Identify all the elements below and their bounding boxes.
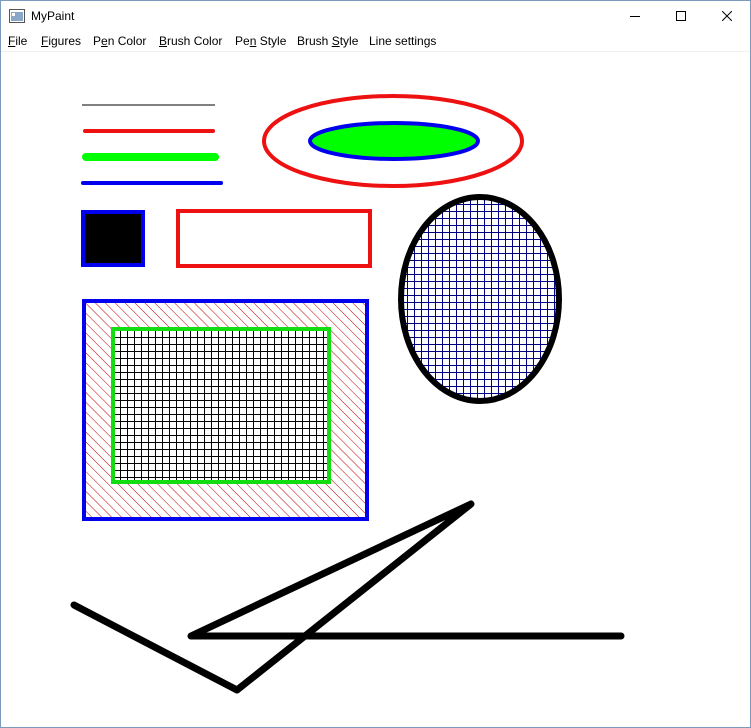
menu-pen-style-label: Style — [256, 34, 287, 48]
menu-brush-color[interactable]: Brush Color — [159, 33, 222, 49]
menu-figures[interactable]: Figures — [41, 33, 81, 49]
menu-pen-color-mnemonic: e — [101, 34, 108, 48]
menu-figures-label: igures — [48, 34, 82, 48]
menu-bar: File Figures Pen Color Brush Color Pen S… — [1, 31, 750, 52]
menu-pen-color-label: n Color — [107, 34, 147, 48]
minimize-icon — [630, 16, 640, 17]
menu-pen-color[interactable]: Pen Color — [93, 33, 146, 49]
menu-brush-style-prefix: Brush — [297, 34, 332, 48]
close-button[interactable] — [704, 1, 750, 31]
menu-brush-style-label: tyle — [339, 34, 359, 48]
red-rectangle — [176, 209, 372, 268]
menu-pen-style-prefix: Pe — [235, 34, 250, 48]
title-bar[interactable]: MyPaint — [1, 1, 750, 31]
menu-line-settings[interactable]: Line settings — [369, 33, 436, 49]
drawing-canvas[interactable] — [1, 52, 750, 727]
app-window: MyPaint File Figures Pen Color Brush Col… — [0, 0, 751, 728]
grid-ellipse — [398, 194, 562, 404]
zigzag-polyline — [70, 500, 625, 694]
menu-pen-style[interactable]: Pen Style — [235, 33, 286, 49]
paint-app-icon — [9, 9, 25, 23]
menu-file[interactable]: File — [8, 33, 27, 49]
menu-file-label: ile — [15, 34, 28, 48]
maximize-button[interactable] — [658, 1, 704, 31]
maximize-icon — [676, 11, 686, 21]
menu-brush-style[interactable]: Brush Style — [297, 33, 358, 49]
menu-brush-color-label: rush Color — [167, 34, 223, 48]
green-filled-ellipse — [308, 121, 480, 161]
menu-brush-style-mnemonic: S — [331, 34, 340, 48]
minimize-button[interactable] — [612, 1, 658, 31]
close-icon — [722, 11, 732, 21]
menu-line-settings-label: Line settings — [369, 34, 437, 48]
window-title: MyPaint — [31, 9, 75, 23]
menu-brush-color-mnemonic: B — [159, 34, 168, 48]
menu-pen-color-prefix: P — [93, 34, 102, 48]
black-filled-square — [81, 210, 145, 267]
grid-rectangle — [111, 327, 331, 484]
